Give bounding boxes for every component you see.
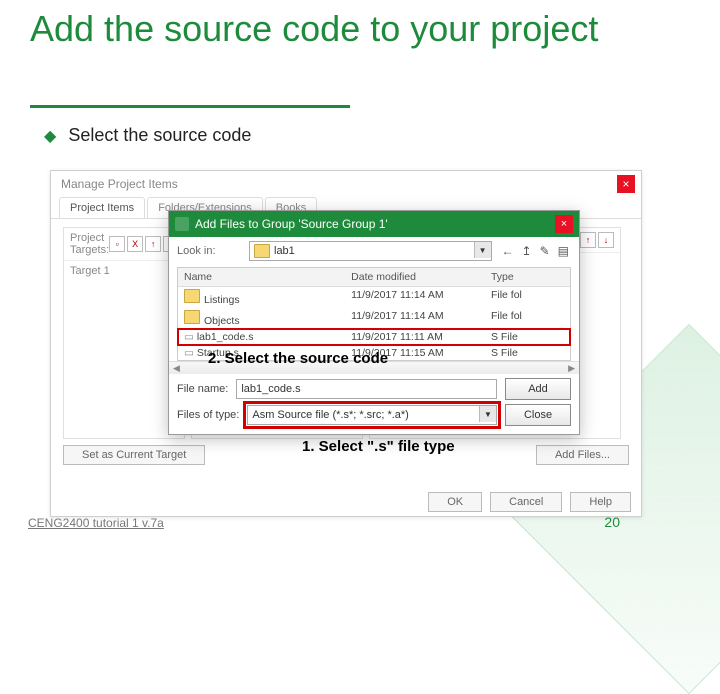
new-target-icon[interactable]: ▫: [109, 236, 125, 252]
nav-view-icon[interactable]: ▤: [556, 244, 571, 258]
look-in-dropdown[interactable]: lab1 ▼: [249, 241, 492, 261]
file-name-cell: Listings: [178, 287, 345, 308]
add-button[interactable]: Add: [505, 378, 571, 400]
nav-up-icon[interactable]: ↥: [520, 244, 534, 258]
file-type-label: Files of type:: [177, 409, 239, 421]
move-up-icon[interactable]: ↑: [145, 236, 161, 252]
manage-project-title: Manage Project Items: [51, 171, 641, 193]
window-icon: [175, 217, 189, 231]
file-row-selected[interactable]: ▭ lab1_code.s11/9/2017 11:11 AMS File: [178, 329, 570, 345]
bullet-arrow-icon: ◆: [44, 126, 56, 146]
footer-left: CENG2400 tutorial 1 v.7a: [28, 516, 164, 530]
slide-title: Add the source code to your project: [30, 8, 630, 49]
move-up-icon[interactable]: ↑: [580, 232, 596, 248]
file-name-value: lab1_code.s: [241, 383, 300, 395]
close-button[interactable]: Close: [505, 404, 571, 426]
col-date[interactable]: Date modified: [345, 268, 485, 286]
file-name-input[interactable]: lab1_code.s: [236, 379, 497, 399]
pane-targets-label: Project Targets:: [70, 232, 109, 256]
cancel-button[interactable]: Cancel: [490, 492, 562, 512]
look-in-label: Look in:: [177, 245, 241, 257]
close-icon[interactable]: ×: [617, 175, 635, 193]
file-type-value: Asm Source file (*.s*; *.src; *.a*): [252, 409, 409, 421]
file-type-cell: S File: [485, 345, 570, 361]
file-list-header: Name Date modified Type: [178, 268, 570, 287]
add-files-title-text: Add Files to Group 'Source Group 1': [195, 217, 388, 231]
file-name-cell: ▭ lab1_code.s: [178, 329, 345, 345]
file-row[interactable]: Listings11/9/2017 11:14 AMFile fol: [178, 287, 570, 308]
folder-icon: [184, 289, 200, 303]
chevron-down-icon[interactable]: ▼: [474, 242, 491, 258]
folder-icon: [254, 244, 270, 258]
tab-project-items[interactable]: Project Items: [59, 197, 145, 218]
bullet-text: Select the source code: [68, 125, 251, 146]
title-underline: [30, 105, 350, 108]
file-row[interactable]: Objects11/9/2017 11:14 AMFile fol: [178, 308, 570, 329]
ok-button[interactable]: OK: [428, 492, 482, 512]
file-icon: ▭: [184, 347, 197, 359]
chevron-down-icon[interactable]: ▼: [479, 406, 496, 422]
callout-step2: 2. Select the source code: [208, 350, 388, 367]
close-icon[interactable]: ×: [555, 215, 573, 233]
page-number: 20: [604, 514, 620, 530]
nav-back-icon[interactable]: ←: [500, 244, 516, 258]
bullet-row: ◆ Select the source code: [44, 125, 251, 146]
target-item[interactable]: Target 1: [64, 261, 184, 281]
callout-step1: 1. Select ".s" file type: [302, 438, 455, 455]
add-files-dialog: Add Files to Group 'Source Group 1' × Lo…: [168, 210, 580, 435]
file-list[interactable]: Name Date modified Type Listings11/9/201…: [177, 267, 571, 361]
file-date-cell: 11/9/2017 11:14 AM: [345, 308, 485, 329]
file-date-cell: 11/9/2017 11:14 AM: [345, 287, 485, 308]
folder-icon: [184, 310, 200, 324]
move-down-icon[interactable]: ↓: [598, 232, 614, 248]
file-icon: ▭: [184, 331, 197, 343]
file-name-cell: Objects: [178, 308, 345, 329]
file-type-cell: File fol: [485, 308, 570, 329]
set-default-target-button[interactable]: Set as Current Target: [63, 445, 205, 465]
file-type-cell: S File: [485, 329, 570, 345]
add-files-button[interactable]: Add Files...: [536, 445, 629, 465]
file-name-label: File name:: [177, 383, 228, 395]
file-type-dropdown[interactable]: Asm Source file (*.s*; *.src; *.a*) ▼: [247, 405, 497, 425]
look-in-value: lab1: [274, 245, 295, 257]
help-button[interactable]: Help: [570, 492, 631, 512]
delete-target-icon[interactable]: X: [127, 236, 143, 252]
pane-targets: Project Targets: ▫ X ↑ ↓ Target 1: [63, 227, 185, 439]
col-type[interactable]: Type: [485, 268, 570, 286]
col-name[interactable]: Name: [178, 268, 345, 286]
nav-newfolder-icon[interactable]: ✎: [538, 244, 552, 258]
file-date-cell: 11/9/2017 11:11 AM: [345, 329, 485, 345]
file-type-cell: File fol: [485, 287, 570, 308]
add-files-titlebar: Add Files to Group 'Source Group 1' ×: [169, 211, 579, 237]
